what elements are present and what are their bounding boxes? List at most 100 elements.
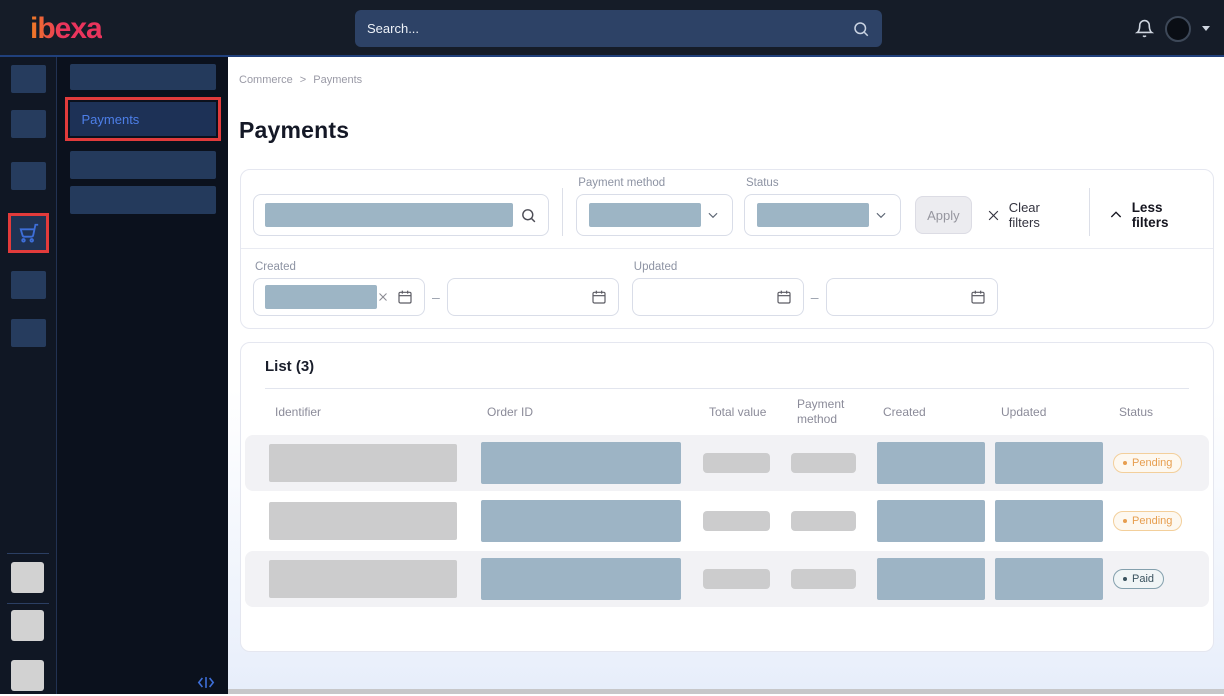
col-updated: Updated <box>995 405 1113 420</box>
clear-filters-button[interactable]: Clear filters <box>986 194 1073 236</box>
status-select[interactable] <box>744 194 901 236</box>
status-dot-icon <box>1123 519 1127 523</box>
global-search[interactable] <box>355 10 882 47</box>
calendar-icon[interactable] <box>970 289 986 305</box>
rail-item-1[interactable] <box>11 65 46 93</box>
search-icon <box>852 20 870 38</box>
clear-x-icon[interactable] <box>377 291 389 303</box>
calendar-icon[interactable] <box>591 289 607 305</box>
updated-to-input[interactable] <box>826 278 998 316</box>
x-icon <box>986 208 1001 223</box>
updated-from-input[interactable] <box>632 278 804 316</box>
rail-item-commerce-highlighted[interactable] <box>8 213 49 253</box>
rail-item-6[interactable] <box>11 319 46 347</box>
filter-search-input[interactable] <box>253 194 549 236</box>
status-label: Status <box>746 177 901 189</box>
redacted-identifier-cell <box>269 444 457 482</box>
redacted-identifier-cell <box>269 560 457 598</box>
status-badge: Paid <box>1113 569 1164 589</box>
col-payment-method: Payment method <box>791 397 861 427</box>
status-badge-label: Pending <box>1132 457 1172 469</box>
topbar-right-cluster <box>1135 0 1210 57</box>
breadcrumb-payments: Payments <box>313 74 362 86</box>
nav-item-redacted-1[interactable] <box>70 64 216 90</box>
horizontal-scrollbar[interactable] <box>228 689 1224 694</box>
search-icon <box>520 207 537 224</box>
less-filters-label: Less filters <box>1132 200 1201 230</box>
col-created: Created <box>877 405 995 420</box>
payments-list-panel: List (3) Identifier Order ID Total value… <box>240 342 1214 652</box>
breadcrumb-separator: > <box>300 74 306 86</box>
updated-label: Updated <box>634 261 998 273</box>
chevron-down-icon <box>706 208 720 222</box>
chevron-down-icon <box>874 208 888 222</box>
col-status: Status <box>1113 405 1197 420</box>
bell-icon[interactable] <box>1135 19 1154 38</box>
redacted-identifier-cell <box>269 502 457 540</box>
breadcrumb: Commerce > Payments <box>239 74 1224 86</box>
redacted-created-cell <box>877 500 985 542</box>
apply-button[interactable]: Apply <box>915 196 972 234</box>
rail-bottom-item-1[interactable] <box>11 562 44 593</box>
rail-divider <box>7 603 49 604</box>
user-menu-caret-icon[interactable] <box>1202 26 1210 31</box>
redacted-payment-method-cell <box>791 569 856 589</box>
redacted-order-id-cell <box>481 558 681 600</box>
range-separator: – <box>811 289 819 305</box>
redacted-updated-cell <box>995 558 1103 600</box>
rail-item-3[interactable] <box>11 162 46 190</box>
redacted-date-value <box>265 285 377 309</box>
app-logo[interactable]: ibexa <box>30 12 102 46</box>
status-badge: Pending <box>1113 453 1182 473</box>
sidebar-collapse-toggle[interactable] <box>197 676 215 689</box>
list-title: List (3) <box>265 358 1213 375</box>
sidebar-item-label: Payments <box>82 112 140 127</box>
payment-method-label: Payment method <box>578 177 733 189</box>
created-from-input[interactable] <box>253 278 425 316</box>
status-badge-label: Paid <box>1132 573 1154 585</box>
redacted-created-cell <box>877 442 985 484</box>
nav-item-redacted-3[interactable] <box>70 186 216 214</box>
redacted-select-value <box>757 203 869 227</box>
redacted-payment-method-cell <box>791 453 856 473</box>
shopping-cart-icon <box>18 222 40 244</box>
icon-sidebar <box>0 57 57 694</box>
col-order-id: Order ID <box>481 405 703 420</box>
main-content: Commerce > Payments Payments <box>228 57 1224 694</box>
rail-bottom-item-2[interactable] <box>11 610 44 641</box>
global-search-input[interactable] <box>367 21 852 36</box>
less-filters-toggle[interactable]: Less filters <box>1108 194 1201 236</box>
col-identifier: Identifier <box>269 405 481 420</box>
redacted-search-value <box>265 203 513 227</box>
status-badge-label: Pending <box>1132 515 1172 527</box>
rail-item-5[interactable] <box>11 271 46 299</box>
nav-item-redacted-2[interactable] <box>70 151 216 179</box>
redacted-created-cell <box>877 558 985 600</box>
rail-bottom-item-3[interactable] <box>11 660 44 691</box>
range-separator: – <box>432 289 440 305</box>
breadcrumb-commerce[interactable]: Commerce <box>239 74 293 86</box>
rail-divider <box>7 553 49 554</box>
calendar-icon[interactable] <box>776 289 792 305</box>
created-to-input[interactable] <box>447 278 619 316</box>
filters-panel: Payment method Status <box>240 169 1214 329</box>
redacted-updated-cell <box>995 500 1103 542</box>
created-label: Created <box>255 261 619 273</box>
redacted-payment-method-cell <box>791 511 856 531</box>
secondary-sidebar: Payments <box>57 57 228 694</box>
rail-item-2[interactable] <box>11 110 46 138</box>
status-dot-icon <box>1123 461 1127 465</box>
table-row[interactable]: Paid <box>245 551 1209 607</box>
table-row[interactable]: Pending <box>245 435 1209 491</box>
payment-method-select[interactable] <box>576 194 733 236</box>
table-row[interactable]: Pending <box>245 493 1209 549</box>
avatar[interactable] <box>1165 16 1191 42</box>
calendar-icon[interactable] <box>397 289 413 305</box>
sidebar-item-payments-highlighted[interactable]: Payments <box>70 102 216 136</box>
redacted-order-id-cell <box>481 500 681 542</box>
status-badge: Pending <box>1113 511 1182 531</box>
redacted-total-value-cell <box>703 453 770 473</box>
redacted-order-id-cell <box>481 442 681 484</box>
redacted-updated-cell <box>995 442 1103 484</box>
status-dot-icon <box>1123 577 1127 581</box>
